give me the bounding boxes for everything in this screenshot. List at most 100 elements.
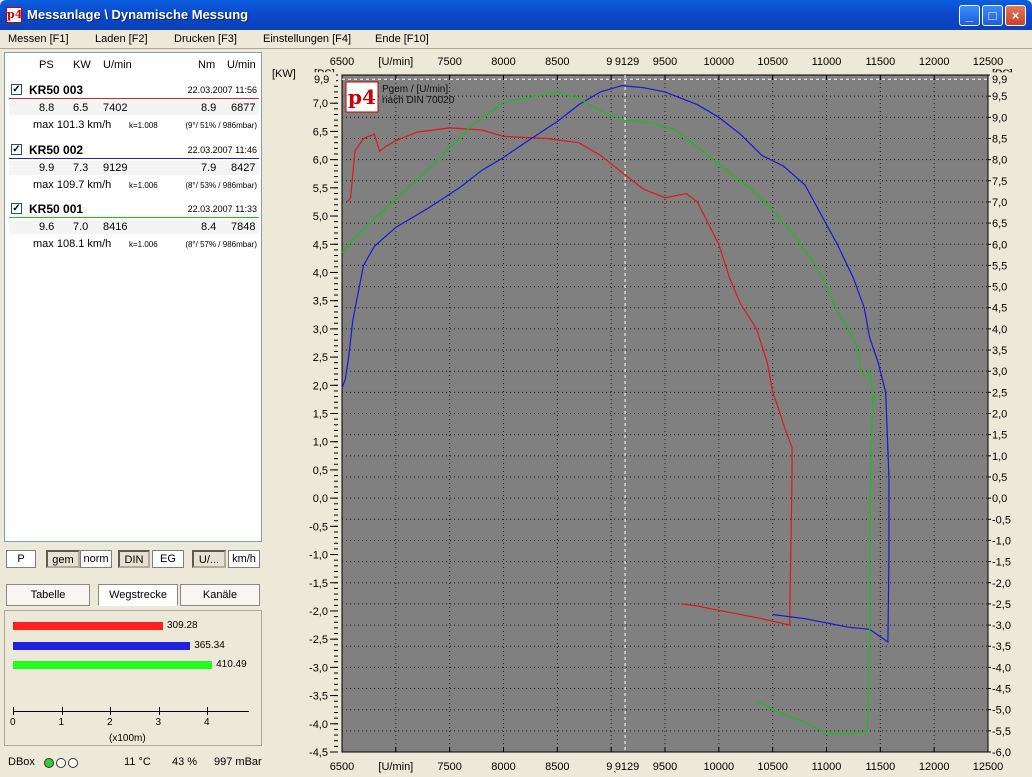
x-tick-label-bottom: 11500: [865, 761, 895, 773]
status-pressure: 997 mBar: [214, 756, 262, 768]
rpm-unit-button[interactable]: U/...: [192, 550, 226, 568]
list-item[interactable]: ✓ KR50 003 22.03.2007 11:56 8.8 6.5 7402…: [5, 81, 261, 139]
y-left-tick-label: 4,5: [313, 239, 328, 251]
y-right-tick-label: -1,0: [992, 535, 1011, 547]
run-conditions: (9°/ 51% / 986mbar): [185, 121, 257, 130]
x-tick-label-top: 8000: [491, 56, 515, 68]
y-right-tick-label: -1,5: [992, 557, 1011, 569]
run-color-line: [9, 98, 259, 99]
run-umin: 9129: [103, 162, 128, 174]
x-tick-label-bottom: 8500: [545, 761, 569, 773]
x-tick-label-top: 11500: [865, 56, 895, 68]
distance-tick-mark: [158, 707, 160, 715]
distance-axis: [13, 711, 249, 712]
run-ps: 8.8: [39, 102, 55, 114]
x-tick-label-bottom: 10000: [704, 761, 735, 773]
y-right-tick-label: 1,5: [992, 430, 1007, 442]
status-led-icon: [68, 758, 78, 768]
menu-messen[interactable]: Messen [F1]: [8, 33, 69, 45]
run-kw: 7.3: [73, 162, 89, 174]
chart-subtitle: nach DIN 70020: [382, 95, 455, 106]
col-umin2: U/min: [227, 59, 256, 71]
y-left-tick-label: 6,5: [313, 126, 328, 138]
y-right-tick-label: -3,5: [992, 641, 1011, 653]
run-umin: 7402: [103, 102, 128, 114]
run-umin2: 6877: [231, 102, 256, 114]
list-item[interactable]: ✓ KR50 002 22.03.2007 11:46 9.9 7.3 9129…: [5, 141, 261, 199]
run-ps: 9.9: [39, 162, 55, 174]
norm-button[interactable]: norm: [80, 550, 112, 568]
menu-einstellungen[interactable]: Einstellungen [F4]: [263, 33, 351, 45]
y-right-tick-label: -2,5: [992, 599, 1011, 611]
run-umin2: 8427: [231, 162, 256, 174]
x-tick-label-top: 7500: [437, 56, 461, 68]
run-name: KR50 001: [29, 202, 84, 216]
x-tick-label-bottom: 12500: [973, 761, 1004, 773]
y-left-tick-label: -1,0: [309, 550, 328, 562]
y-left-tick-label: 2,0: [313, 380, 328, 392]
y-left-tick-label: -0,5: [309, 521, 328, 533]
chart-title: Pgem / [U/min]: [382, 84, 448, 95]
menu-bar: Messen [F1] Laden [F2] Drucken [F3] Eins…: [0, 30, 1032, 49]
y-left-tick-label: -4,5: [309, 747, 328, 759]
close-button[interactable]: ×: [1005, 5, 1026, 26]
distance-tick-mark: [207, 707, 208, 715]
eg-button[interactable]: EG: [152, 550, 184, 568]
run-color-line: [9, 217, 259, 218]
y-left-tick-label: 3,0: [313, 324, 328, 336]
title-bar[interactable]: p4 Messanlage \ Dynamische Messung _ □ ×: [0, 0, 1032, 30]
y-right-tick-label: 4,5: [992, 303, 1007, 315]
distance-unit: (x100m): [109, 733, 146, 744]
tab-tabelle[interactable]: Tabelle: [6, 584, 90, 606]
run-name: KR50 003: [29, 83, 84, 97]
status-led-icon: [56, 758, 66, 768]
run-kw: 7.0: [73, 221, 89, 233]
menu-ende[interactable]: Ende [F10]: [375, 33, 429, 45]
run-checkbox[interactable]: ✓: [11, 144, 22, 155]
x-tick-label-top: 10000: [704, 56, 735, 68]
menu-drucken[interactable]: Drucken [F3]: [174, 33, 237, 45]
y-left-tick-label: -2,5: [309, 634, 328, 646]
power-chart[interactable]: 6500 6500 [U/min] [U/min] 7500 7500 8000 8000 85…: [268, 52, 1028, 774]
gem-button[interactable]: gem: [46, 550, 80, 568]
chart-svg[interactable]: 6500 6500 [U/min] [U/min] 7500 7500 8000 8000 85…: [268, 52, 1028, 774]
y-left-tick-label: -3,5: [309, 691, 328, 703]
window-title: Messanlage \ Dynamische Messung: [27, 7, 249, 22]
tab-kanaele[interactable]: Kanäle: [180, 584, 260, 606]
y-left-tick-label: -4,0: [309, 719, 328, 731]
x-tick-label-bottom: 11000: [812, 761, 842, 773]
y-right-tick-label: 3,5: [992, 345, 1007, 357]
y-left-tick-label: 3,5: [313, 296, 328, 308]
col-kw: KW: [73, 59, 91, 71]
power-mode-button[interactable]: P: [6, 550, 36, 568]
distance-tick-label: 1: [58, 717, 65, 728]
y-right-tick-label: 5,5: [992, 260, 1007, 272]
y-left-tick-label: 5,5: [313, 183, 328, 195]
run-checkbox[interactable]: ✓: [11, 84, 22, 95]
din-button[interactable]: DIN: [118, 550, 150, 568]
minimize-button[interactable]: _: [959, 5, 980, 26]
run-ps: 9.6: [39, 221, 55, 233]
x-tick-label-bottom: 6500: [330, 761, 354, 773]
list-item[interactable]: ✓ KR50 001 22.03.2007 11:33 9.6 7.0 8416…: [5, 200, 261, 258]
maximize-button[interactable]: □: [982, 5, 1003, 26]
menu-laden[interactable]: Laden [F2]: [95, 33, 148, 45]
y-right-tick-label: -5,5: [992, 726, 1011, 738]
display-mode-buttons: P gem norm DIN EG U/... km/h: [6, 550, 262, 570]
distance-tick-label: 2: [107, 717, 113, 728]
run-kw: 6.5: [73, 102, 89, 114]
x-tick-label-bottom: 7500: [437, 761, 461, 773]
speed-unit-button[interactable]: km/h: [228, 550, 260, 568]
app-logo-icon: p4: [6, 7, 23, 23]
y-right-tick-label: 5,0: [992, 282, 1007, 294]
y-left-tick-label: 1,0: [313, 437, 328, 449]
tab-wegstrecke[interactable]: Wegstrecke: [98, 584, 178, 606]
x-tick-label-bottom: 10500: [757, 761, 788, 773]
y-left-tick-label: -3,0: [309, 662, 328, 674]
y-right-tick-label: 9,5: [992, 91, 1007, 103]
run-conditions: (8°/ 53% / 986mbar): [185, 181, 257, 190]
y-right-tick-label: 1,0: [992, 451, 1007, 463]
run-checkbox[interactable]: ✓: [11, 203, 22, 214]
status-led-icon: [44, 758, 54, 768]
y-right-tick-label: 6,0: [992, 239, 1007, 251]
